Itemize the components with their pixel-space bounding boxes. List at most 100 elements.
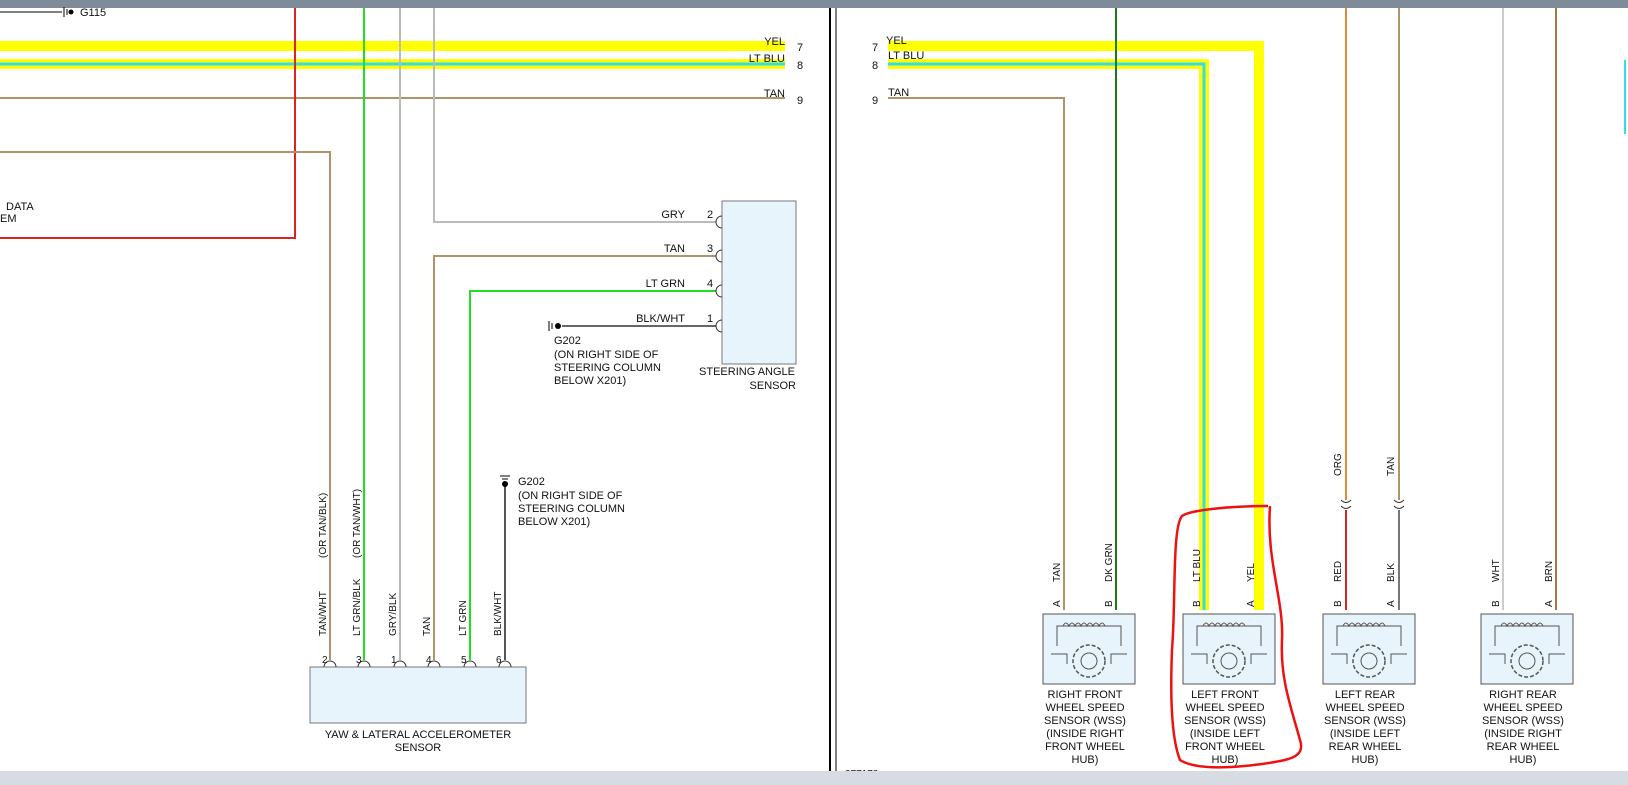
lf-wire-b-color: LT BLU bbox=[1192, 549, 1203, 582]
rr-name-6: HUB) bbox=[1510, 754, 1537, 766]
lr-upper-tan-label: TAN bbox=[1386, 457, 1397, 476]
steering-pin2-number: 2 bbox=[707, 209, 713, 221]
steering-pin3-number: 3 bbox=[707, 243, 713, 255]
yaw-sensor-name-2: SENSOR bbox=[395, 742, 442, 754]
lr-name-5: REAR WHEEL bbox=[1329, 741, 1402, 753]
rf-name-5: FRONT WHEEL bbox=[1045, 741, 1125, 753]
rr-name-2: WHEEL SPEED bbox=[1483, 702, 1562, 714]
lf-name-2: WHEEL SPEED bbox=[1185, 702, 1264, 714]
steering-pin1-wire-label: BLK/WHT bbox=[636, 313, 685, 325]
ground-2-id: G202 bbox=[518, 476, 545, 488]
module-text-2: EM bbox=[0, 213, 17, 225]
yaw-wire-alt-2: (OR TAN/WHT) bbox=[352, 489, 363, 558]
lf-name-3: SENSOR (WSS) bbox=[1184, 715, 1266, 727]
steering-sensor-name-2: SENSOR bbox=[750, 380, 797, 392]
rr-wire-b-color: WHT bbox=[1491, 559, 1502, 582]
lr-pin-b: B bbox=[1333, 600, 1344, 607]
yaw-wire-label-1: TAN/WHT bbox=[318, 591, 329, 636]
lf-name-5: FRONT WHEEL bbox=[1185, 741, 1265, 753]
lf-name-1: LEFT FRONT bbox=[1191, 689, 1259, 701]
module-text-1: DATA bbox=[6, 201, 34, 213]
ground-2-line-3: BELOW X201) bbox=[518, 516, 590, 528]
rf-name-3: SENSOR (WSS) bbox=[1044, 715, 1126, 727]
yaw-wire-label-5: LT GRN bbox=[458, 600, 469, 636]
lr-name-3: SENSOR (WSS) bbox=[1324, 715, 1406, 727]
ground-1-id: G202 bbox=[554, 335, 581, 347]
rr-pin-b: B bbox=[1491, 600, 1502, 607]
yaw-pin-3: 3 bbox=[356, 655, 362, 666]
right-harness-tan-pin: 9 bbox=[872, 95, 878, 107]
yaw-wire-alt-1: (OR TAN/BLK) bbox=[318, 493, 329, 558]
rr-name-3: SENSOR (WSS) bbox=[1482, 715, 1564, 727]
ground-2-line-1: (ON RIGHT SIDE OF bbox=[518, 490, 623, 502]
steering-gry-wire bbox=[433, 8, 716, 223]
lf-pin-a: A bbox=[1246, 600, 1257, 607]
lf-pin-b: B bbox=[1192, 600, 1203, 607]
lr-name-4: (INSIDE LEFT bbox=[1330, 728, 1401, 740]
steering-pin4-wire-label: LT GRN bbox=[646, 278, 685, 290]
ground-g115: G115 bbox=[0, 7, 106, 19]
wiring-diagram: G115 YEL 7 LT BLU 8 TAN 9 DATA EM GRY 2 … bbox=[0, 7, 1626, 780]
left-harness: YEL 7 LT BLU 8 TAN 9 bbox=[0, 36, 803, 107]
yaw-pin-5: 5 bbox=[461, 655, 467, 666]
lr-upper-org-label: ORG bbox=[1333, 453, 1344, 476]
yaw-wire-label-3: GRY/BLK bbox=[388, 593, 399, 636]
ground-g115-label: G115 bbox=[80, 7, 106, 19]
steering-pin3-wire-label: TAN bbox=[664, 243, 685, 255]
right-tan-wire bbox=[888, 97, 1065, 610]
yaw-pin-6: 6 bbox=[496, 655, 502, 666]
rr-name-1: RIGHT REAR bbox=[1489, 689, 1557, 701]
lr-wire-a-color: BLK bbox=[1386, 563, 1397, 582]
left-harness-yel-pin: 7 bbox=[797, 42, 803, 54]
rf-name-4: (INSIDE RIGHT bbox=[1046, 728, 1124, 740]
yaw-wire-label-6: BLK/WHT bbox=[493, 592, 504, 636]
right-harness-yel-pin: 7 bbox=[872, 42, 878, 54]
window-bottom-bar bbox=[0, 771, 1628, 785]
right-ltblu-wire bbox=[888, 62, 1206, 610]
yaw-sensor-name-1: YAW & LATERAL ACCELEROMETER bbox=[325, 729, 511, 741]
yaw-tan-wht-wire bbox=[0, 151, 331, 660]
lr-name-1: LEFT REAR bbox=[1335, 689, 1395, 701]
wss-left-rear: RED BLK B A LEFT REAR WHEEL SPEED SENSOR… bbox=[1322, 561, 1416, 766]
rr-name-5: REAR WHEEL bbox=[1487, 741, 1560, 753]
rf-wire-a-color: TAN bbox=[1052, 563, 1063, 582]
left-harness-tan-label: TAN bbox=[764, 88, 785, 100]
ground-1-line-1: (ON RIGHT SIDE OF bbox=[554, 349, 659, 361]
rf-wire-b-color: DK GRN bbox=[1104, 543, 1115, 582]
lf-name-6: HUB) bbox=[1212, 754, 1239, 766]
wss-right-rear: WHT BRN B A RIGHT REAR WHEEL SPEED SENSO… bbox=[1480, 559, 1574, 766]
steering-sensor-name-1: STEERING ANGLE bbox=[699, 366, 795, 378]
right-harness-ltblu-pin: 8 bbox=[872, 60, 878, 72]
ground-g202-steering: G202 (ON RIGHT SIDE OF STEERING COLUMN B… bbox=[548, 321, 661, 387]
yaw-wire-label-2: LT GRN/BLK bbox=[352, 578, 363, 636]
rf-pin-a: A bbox=[1052, 600, 1063, 607]
left-harness-ltblu-pin: 8 bbox=[797, 60, 803, 72]
right-harness: 7 YEL 8 LT BLU 9 TAN bbox=[872, 35, 1264, 610]
yaw-wire-label-4: TAN bbox=[422, 617, 433, 636]
ground-1-line-2: STEERING COLUMN bbox=[554, 362, 661, 374]
left-harness-ltblu-label: LT BLU bbox=[749, 53, 785, 65]
steering-pin1-number: 1 bbox=[707, 313, 713, 325]
lr-wire-b-color: RED bbox=[1333, 561, 1344, 582]
lr-inline-connector: ORG TAN bbox=[1333, 453, 1405, 509]
yaw-pin-2: 2 bbox=[322, 655, 328, 666]
wss-right-front: TAN DK GRN A B RIGHT FRONT WHEEL SPEED S… bbox=[1042, 543, 1136, 766]
yaw-pin-4: 4 bbox=[426, 655, 432, 666]
lf-name-4: (INSIDE LEFT bbox=[1190, 728, 1261, 740]
lf-wire-a-color: YEL bbox=[1246, 563, 1257, 582]
rr-name-4: (INSIDE RIGHT bbox=[1484, 728, 1562, 740]
ground-2-line-2: STEERING COLUMN bbox=[518, 503, 625, 515]
right-harness-yel-label: YEL bbox=[886, 35, 907, 47]
yaw-sensor: YAW & LATERAL ACCELEROMETER SENSOR 2 3 1… bbox=[309, 489, 527, 754]
rf-name-1: RIGHT FRONT bbox=[1048, 689, 1123, 701]
yaw-pin-1: 1 bbox=[391, 655, 397, 666]
rr-pin-a: A bbox=[1544, 600, 1555, 607]
right-harness-ltblu-label: LT BLU bbox=[888, 50, 924, 62]
lr-pin-a: A bbox=[1386, 600, 1397, 607]
ground-1-line-3: BELOW X201) bbox=[554, 375, 626, 387]
left-harness-tan-pin: 9 bbox=[797, 95, 803, 107]
ground-g202-yaw: G202 (ON RIGHT SIDE OF STEERING COLUMN B… bbox=[500, 475, 625, 528]
lr-name-6: HUB) bbox=[1352, 754, 1379, 766]
right-harness-tan-label: TAN bbox=[888, 87, 909, 99]
right-ltblu-wire-bg bbox=[888, 59, 1209, 610]
